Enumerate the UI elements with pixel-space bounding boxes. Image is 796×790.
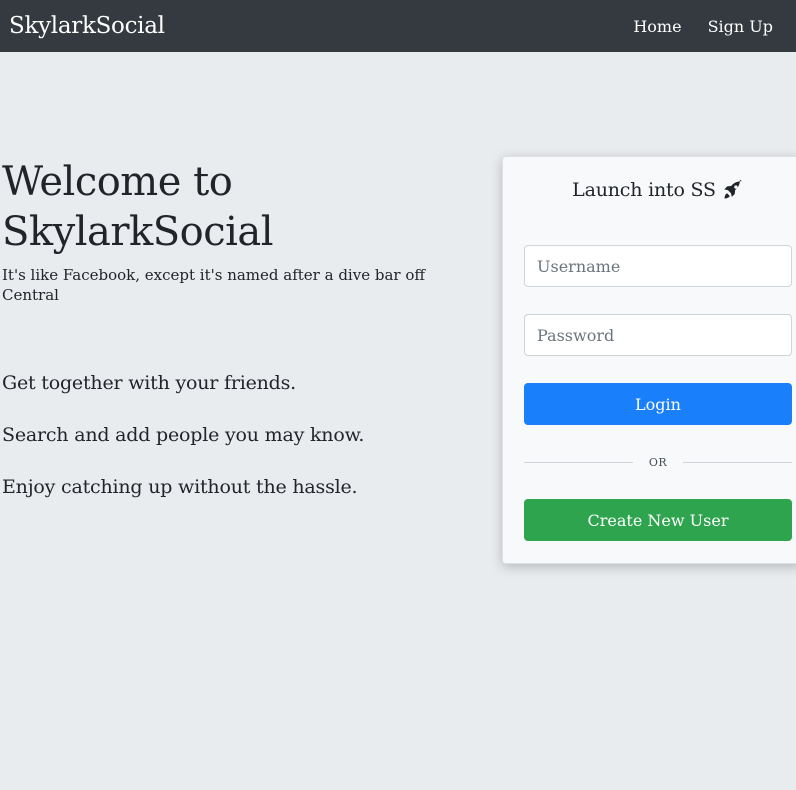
username-input[interactable] <box>524 245 792 287</box>
hero-subtitle: It's like Facebook, except it's named af… <box>2 266 426 304</box>
create-new-user-button[interactable]: Create New User <box>524 499 792 541</box>
feature-item: Enjoy catching up without the hassle. <box>2 476 358 498</box>
top-navbar: SkylarkSocial Home Sign Up <box>0 0 796 52</box>
rocket-icon <box>724 179 742 199</box>
feature-item: Get together with your friends. <box>2 372 297 394</box>
login-card-title: Launch into SS <box>503 179 796 201</box>
login-card-title-text: Launch into SS <box>572 179 716 201</box>
or-divider: OR <box>524 453 792 471</box>
divider-label: OR <box>648 455 668 469</box>
hero-title-line1: Welcome to <box>2 159 233 205</box>
nav-link-home[interactable]: Home <box>633 17 681 36</box>
password-input[interactable] <box>524 314 792 356</box>
hero-title: Welcome to SkylarkSocial <box>2 157 472 257</box>
brand-logo[interactable]: SkylarkSocial <box>9 13 165 39</box>
hero-section: Welcome to SkylarkSocial It's like Faceb… <box>2 157 472 305</box>
divider-line-left <box>524 461 633 463</box>
features-list: Get together with your friends. Search a… <box>2 370 482 526</box>
nav-link-sign-up[interactable]: Sign Up <box>708 17 773 36</box>
login-card: Launch into SS Login OR Create New User <box>502 156 796 564</box>
nav-links: Home Sign Up <box>633 17 787 36</box>
login-button[interactable]: Login <box>524 383 792 425</box>
feature-item: Search and add people you may know. <box>2 424 365 446</box>
divider-line-right <box>683 461 792 463</box>
hero-title-line2: SkylarkSocial <box>2 209 274 255</box>
